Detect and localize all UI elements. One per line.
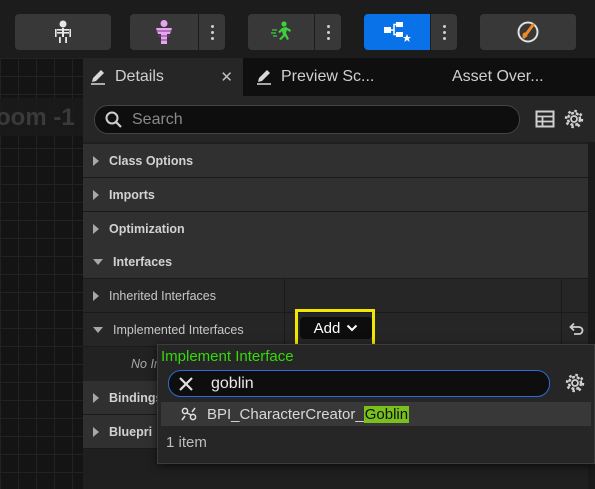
category-label: Bluepri: [109, 424, 153, 439]
gear-icon: [564, 109, 584, 129]
result-prefix: BPI_CharacterCreator_: [207, 405, 364, 423]
expand-arrow-icon: [93, 290, 99, 301]
interface-icon: [181, 407, 197, 421]
physics-icon: [517, 21, 539, 43]
tab-details-label: Details: [115, 68, 164, 85]
preview-pencil-icon: [255, 68, 273, 86]
panel-tab-bar: Details ✕ Preview Sc... Asset Over...: [83, 58, 595, 96]
mesh-figure-icon: [156, 20, 172, 44]
clear-search-icon[interactable]: [177, 375, 195, 393]
skeleton-mode-button[interactable]: [15, 14, 111, 50]
category-label: Bindings: [109, 390, 163, 405]
editor-toolbar: [0, 0, 595, 58]
property-label: Implemented Interfaces: [113, 322, 244, 337]
skeleton-icon: [55, 20, 71, 43]
gear-icon[interactable]: [564, 372, 586, 394]
tab-preview-label: Preview Sc...: [281, 68, 375, 85]
category-class-options[interactable]: Class Options: [83, 144, 588, 178]
interface-result-item[interactable]: BPI_CharacterCreator_ Goblin: [161, 402, 591, 426]
tab-details[interactable]: Details ✕: [83, 58, 243, 96]
implement-interface-popup: Implement Interface BPI_CharacterCreator…: [157, 344, 595, 464]
animation-options-button[interactable]: [315, 14, 341, 50]
table-view-button[interactable]: [533, 107, 557, 131]
physics-mode-button[interactable]: [480, 14, 576, 50]
category-optimization[interactable]: Optimization: [83, 212, 588, 246]
reset-to-default-icon[interactable]: [568, 321, 584, 340]
expand-arrow-icon: [93, 392, 99, 403]
result-count: 1 item: [166, 434, 207, 451]
details-search-box[interactable]: [94, 105, 520, 134]
details-settings-button[interactable]: [562, 107, 586, 131]
tab-asset-label: Asset Over...: [452, 68, 544, 85]
category-imports[interactable]: Imports: [83, 178, 588, 212]
category-interfaces[interactable]: Interfaces: [83, 245, 588, 279]
collapse-arrow-icon: [93, 326, 103, 333]
animation-mode-button[interactable]: [248, 14, 314, 50]
details-pencil-icon: [89, 68, 107, 86]
highlight-box: [295, 309, 375, 347]
expand-arrow-icon: [93, 189, 99, 200]
category-label: Optimization: [109, 221, 185, 236]
blueprint-options-button[interactable]: [431, 14, 457, 50]
popup-search-box[interactable]: [168, 370, 550, 397]
property-inherited-interfaces[interactable]: Inherited Interfaces: [83, 279, 588, 313]
category-label: Interfaces: [113, 254, 173, 269]
category-label: Class Options: [109, 153, 194, 168]
details-search-input[interactable]: [130, 109, 494, 130]
collapse-arrow-icon: [93, 258, 103, 265]
blueprint-graph-icon: [384, 22, 411, 42]
result-match-highlight: Goblin: [363, 405, 410, 423]
close-tab-icon[interactable]: ✕: [220, 68, 233, 86]
expand-arrow-icon: [93, 223, 99, 234]
details-search-row: [83, 96, 595, 142]
viewport[interactable]: oom -1: [0, 58, 83, 489]
category-label: Imports: [109, 187, 155, 202]
popup-title: Implement Interface: [161, 348, 294, 365]
viewport-overlay-text: oom -1: [0, 104, 75, 131]
mesh-mode-button[interactable]: [130, 14, 198, 50]
tab-preview-scene[interactable]: Preview Sc...: [255, 58, 425, 96]
search-icon: [105, 111, 122, 128]
table-view-icon: [535, 110, 555, 128]
property-label: Inherited Interfaces: [109, 288, 217, 303]
mesh-options-button[interactable]: [199, 14, 225, 50]
blueprint-mode-button[interactable]: [364, 14, 430, 50]
running-man-icon: [271, 21, 291, 40]
popup-search-input[interactable]: [209, 373, 533, 394]
tab-asset-override[interactable]: Asset Over...: [452, 58, 592, 96]
expand-arrow-icon: [93, 426, 99, 437]
expand-arrow-icon: [93, 155, 99, 166]
